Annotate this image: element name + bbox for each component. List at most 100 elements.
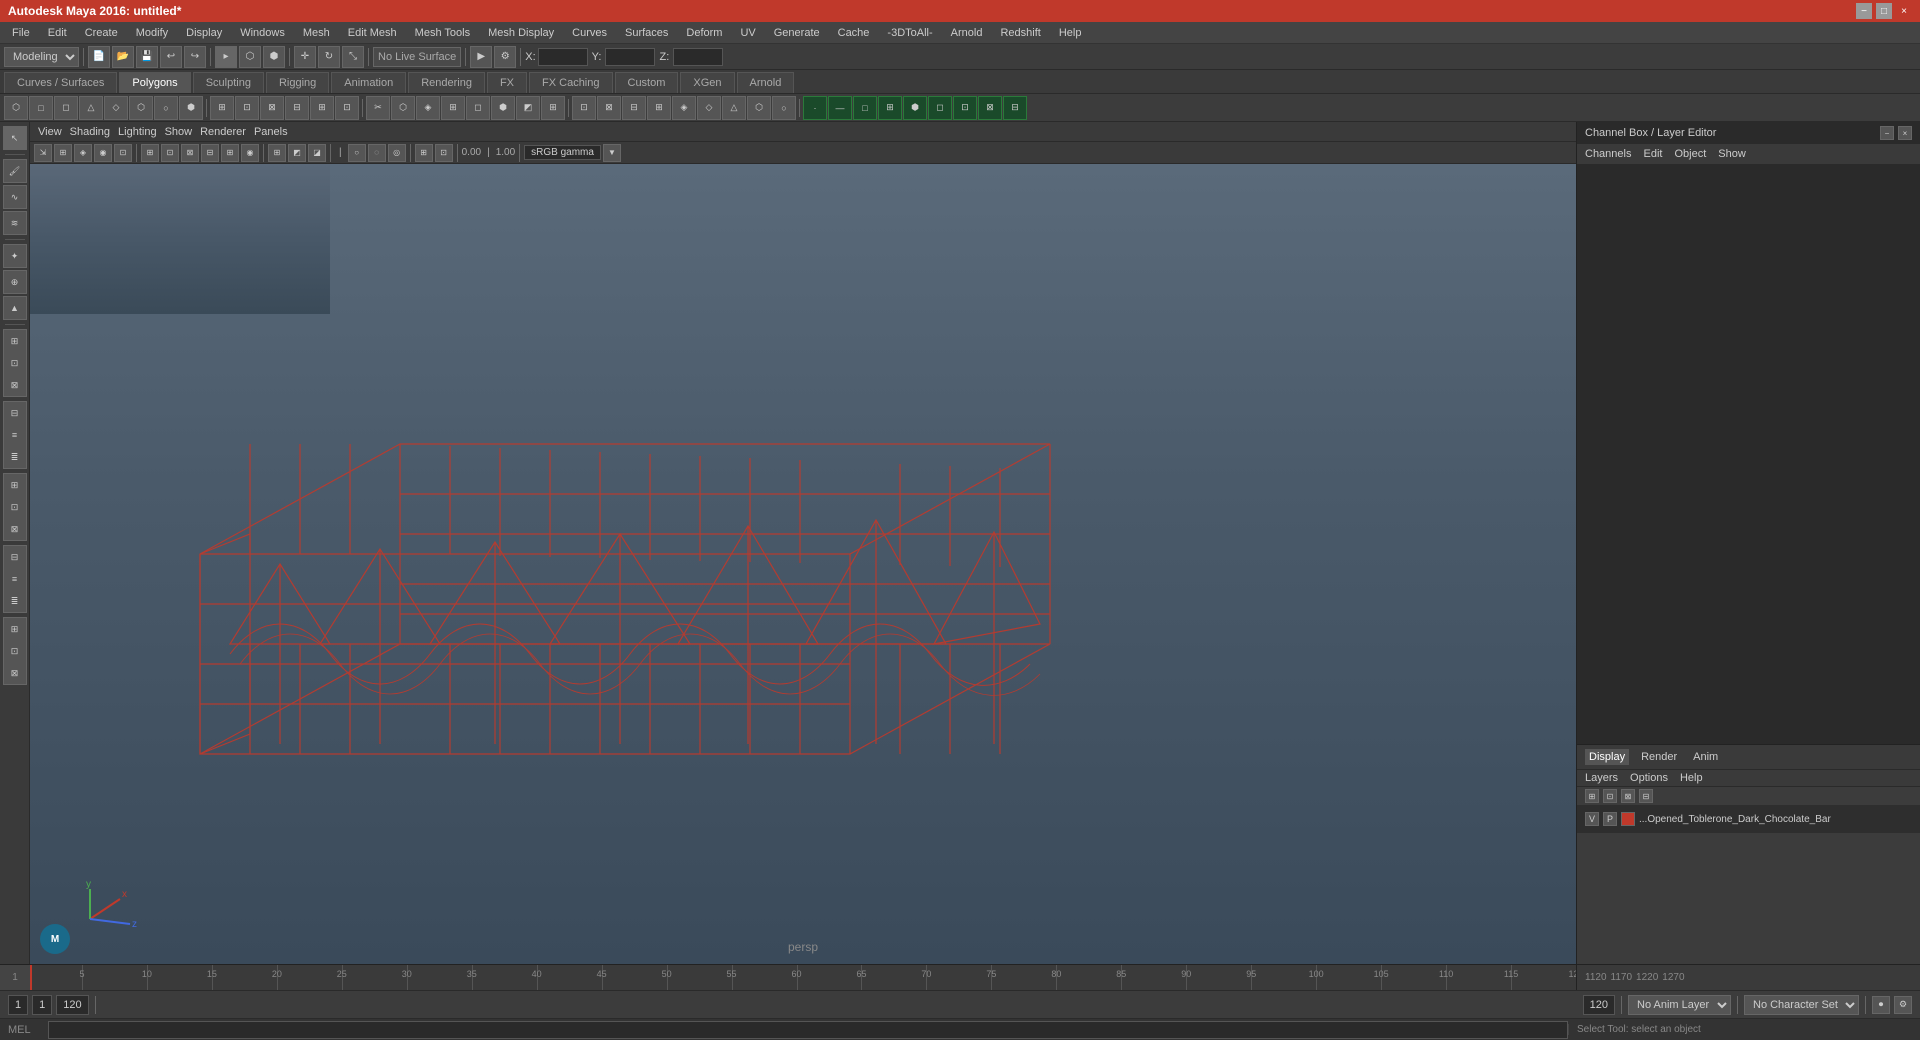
group-btn-13[interactable]: ⊞ — [4, 618, 26, 640]
menu-create[interactable]: Create — [77, 25, 126, 41]
vp-toolbar-2[interactable]: ⊞ — [54, 144, 72, 162]
menu-help[interactable]: Help — [1051, 25, 1090, 41]
tool-icon-9[interactable]: ⊞ — [210, 96, 234, 120]
select-shell-button[interactable]: ◻ — [928, 96, 952, 120]
tool-icon-31[interactable]: ○ — [772, 96, 796, 120]
vp-toolbar-14[interactable]: ◪ — [308, 144, 326, 162]
tab-fx-caching[interactable]: FX Caching — [529, 72, 612, 93]
bottom-opt-options[interactable]: Options — [1630, 772, 1668, 784]
menu-redshift[interactable]: Redshift — [992, 25, 1048, 41]
vp-gamma-label[interactable]: sRGB gamma — [524, 145, 601, 160]
new-scene-button[interactable]: 📄 — [88, 46, 110, 68]
cb-tab-object[interactable]: Object — [1674, 148, 1706, 160]
group-btn-9[interactable]: ⊠ — [4, 518, 26, 540]
layer-ctrl-btn-4[interactable]: ⊟ — [1639, 789, 1653, 803]
tool-icon-20[interactable]: ⬢ — [491, 96, 515, 120]
sculpt-tool-left[interactable]: ∿ — [3, 185, 27, 209]
select-grow-button[interactable]: ⊠ — [978, 96, 1002, 120]
vp-toolbar-1[interactable]: ⇲ — [34, 144, 52, 162]
layer-ctrl-btn-3[interactable]: ⊠ — [1621, 789, 1635, 803]
viewport-menu-shading[interactable]: Shading — [70, 126, 110, 138]
group-btn-6[interactable]: ≣ — [4, 446, 26, 468]
paint-tool-left[interactable]: 🖌 — [3, 159, 27, 183]
render-settings-button[interactable]: ⚙ — [494, 46, 516, 68]
menu-surfaces[interactable]: Surfaces — [617, 25, 676, 41]
tool-icon-19[interactable]: ◻ — [466, 96, 490, 120]
vp-toolbar-13[interactable]: ◩ — [288, 144, 306, 162]
vp-toolbar-10[interactable]: ⊞ — [221, 144, 239, 162]
vp-toolbar-18[interactable]: ⊞ — [415, 144, 433, 162]
lasso-tool-button[interactable]: ⬡ — [239, 46, 261, 68]
vp-toolbar-3[interactable]: ◈ — [74, 144, 92, 162]
save-scene-button[interactable]: 💾 — [136, 46, 158, 68]
x-input[interactable] — [538, 48, 588, 66]
vp-toolbar-20[interactable]: ▼ — [603, 144, 621, 162]
layer-vis-btn[interactable]: V — [1585, 812, 1599, 826]
tool-icon-2[interactable]: □ — [29, 96, 53, 120]
viewport-menu-lighting[interactable]: Lighting — [118, 126, 157, 138]
tab-curves-surfaces[interactable]: Curves / Surfaces — [4, 72, 117, 93]
autokey-button[interactable]: ⏺ — [1872, 996, 1890, 1014]
tool-icon-11[interactable]: ⊠ — [260, 96, 284, 120]
z-input[interactable] — [673, 48, 723, 66]
tab-rendering[interactable]: Rendering — [408, 72, 485, 93]
select-face-button[interactable]: □ — [853, 96, 877, 120]
menu-mesh-tools[interactable]: Mesh Tools — [407, 25, 478, 41]
menu-deform[interactable]: Deform — [678, 25, 730, 41]
group-btn-5[interactable]: ≡ — [4, 424, 26, 446]
tool-icon-4[interactable]: △ — [79, 96, 103, 120]
bottom-tab-render[interactable]: Render — [1637, 749, 1681, 765]
group-btn-4[interactable]: ⊟ — [4, 402, 26, 424]
tool-icon-27[interactable]: ◈ — [672, 96, 696, 120]
tool-icon-10[interactable]: ⊡ — [235, 96, 259, 120]
menu-modify[interactable]: Modify — [128, 25, 176, 41]
viewport-menu-view[interactable]: View — [38, 126, 62, 138]
tab-arnold[interactable]: Arnold — [737, 72, 795, 93]
extrude-tool-left[interactable]: ▲ — [3, 296, 27, 320]
tab-animation[interactable]: Animation — [331, 72, 406, 93]
group-btn-7[interactable]: ⊞ — [4, 474, 26, 496]
group-btn-12[interactable]: ≣ — [4, 590, 26, 612]
layer-ctrl-btn-1[interactable]: ⊞ — [1585, 789, 1599, 803]
tab-fx[interactable]: FX — [487, 72, 527, 93]
render-button[interactable]: ▶ — [470, 46, 492, 68]
tool-icon-12[interactable]: ⊟ — [285, 96, 309, 120]
tool-icon-14[interactable]: ⊡ — [335, 96, 359, 120]
menu-generate[interactable]: Generate — [766, 25, 828, 41]
menu-curves[interactable]: Curves — [564, 25, 615, 41]
move-tool-left[interactable]: ⊕ — [3, 270, 27, 294]
select-tool-left[interactable]: ↖ — [3, 126, 27, 150]
redo-button[interactable]: ↪ — [184, 46, 206, 68]
tab-xgen[interactable]: XGen — [680, 72, 734, 93]
tool-icon-28[interactable]: ◇ — [697, 96, 721, 120]
move-tool-button[interactable]: ✛ — [294, 46, 316, 68]
tab-polygons[interactable]: Polygons — [119, 72, 190, 93]
menu-3dtoall[interactable]: -3DToAll- — [879, 25, 940, 41]
undo-button[interactable]: ↩ — [160, 46, 182, 68]
select-tool-button[interactable]: ▸ — [215, 46, 237, 68]
group-btn-2[interactable]: ⊡ — [4, 352, 26, 374]
group-btn-3[interactable]: ⊠ — [4, 374, 26, 396]
tool-icon-26[interactable]: ⊞ — [647, 96, 671, 120]
bottom-tab-display[interactable]: Display — [1585, 749, 1629, 765]
close-button[interactable]: × — [1896, 3, 1912, 19]
tool-icon-23[interactable]: ⊡ — [572, 96, 596, 120]
menu-mesh-display[interactable]: Mesh Display — [480, 25, 562, 41]
scale-tool-button[interactable]: ⤡ — [342, 46, 364, 68]
tool-icon-17[interactable]: ◈ — [416, 96, 440, 120]
vp-toolbar-7[interactable]: ⊡ — [161, 144, 179, 162]
tool-icon-24[interactable]: ⊠ — [597, 96, 621, 120]
paint-tool-button[interactable]: ⬢ — [263, 46, 285, 68]
menu-edit-mesh[interactable]: Edit Mesh — [340, 25, 405, 41]
vp-toolbar-17[interactable]: ◎ — [388, 144, 406, 162]
cb-minimize-btn[interactable]: − — [1880, 126, 1894, 140]
anim-layer-dropdown[interactable]: No Anim Layer — [1628, 995, 1731, 1015]
bottom-tab-anim[interactable]: Anim — [1689, 749, 1722, 765]
vp-toolbar-12[interactable]: ⊞ — [268, 144, 286, 162]
select-edge-button[interactable]: — — [828, 96, 852, 120]
cb-tab-show[interactable]: Show — [1718, 148, 1746, 160]
vp-toolbar-5[interactable]: ⊡ — [114, 144, 132, 162]
menu-mesh[interactable]: Mesh — [295, 25, 338, 41]
tab-custom[interactable]: Custom — [615, 72, 679, 93]
command-input[interactable] — [48, 1021, 1568, 1039]
